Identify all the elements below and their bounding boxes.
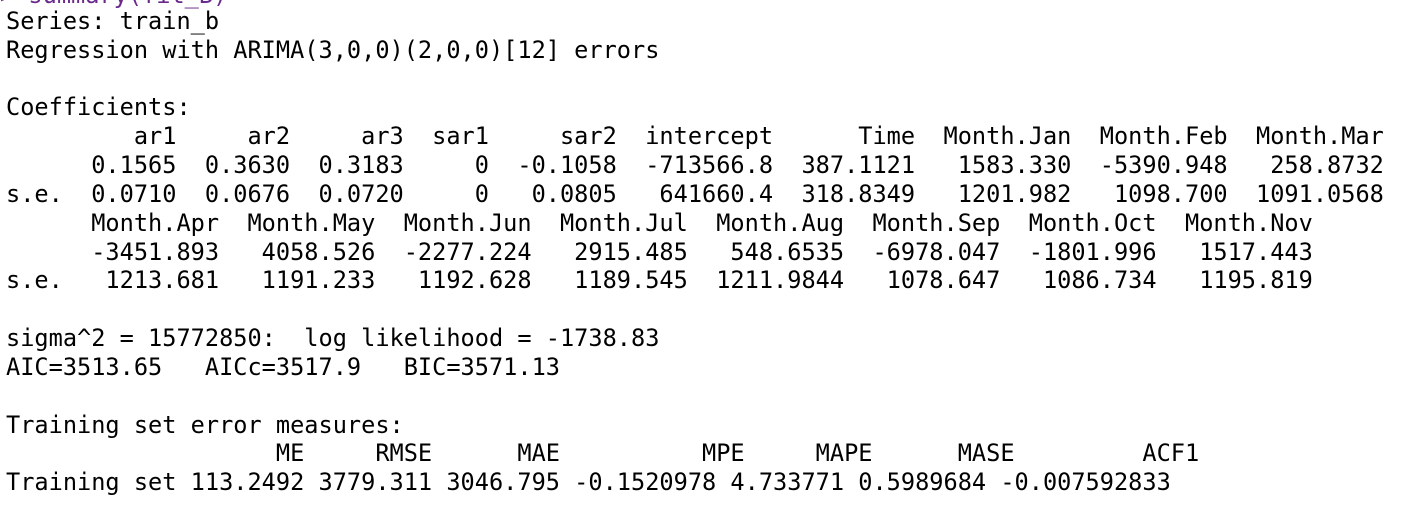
coef-header-row-2: Month.Apr Month.May Month.Jun Month.Jul … xyxy=(6,208,1313,237)
coef-values-row-1: 0.1565 0.3630 0.3183 0 -0.1058 -713566.8… xyxy=(6,151,1384,180)
coefficients-heading: Coefficients: xyxy=(6,93,191,122)
model-description-line: Regression with ARIMA(3,0,0)(2,0,0)[12] … xyxy=(6,35,674,64)
sigma-loglik-line: sigma^2 = 15772850: log likelihood = -17… xyxy=(6,324,660,353)
coef-se-row-1: s.e. 0.0710 0.0676 0.0720 0 0.0805 64166… xyxy=(6,179,1384,208)
error-measures-heading: Training set error measures: xyxy=(6,410,404,439)
r-console-output: > summary(fit_B) Series: train_b Regress… xyxy=(0,0,1420,506)
arima-summary-text: Series: train_b Regression with ARIMA(3,… xyxy=(6,7,1384,497)
information-criteria-line: AIC=3513.65 AICc=3517.9 BIC=3571.13 xyxy=(6,352,560,381)
coef-values-row-2: -3451.893 4058.526 -2277.224 2915.485 54… xyxy=(6,237,1313,266)
error-measures-values-row: Training set 113.2492 3779.311 3046.795 … xyxy=(6,468,1171,497)
coef-se-row-2: s.e. 1213.681 1191.233 1192.628 1189.545… xyxy=(6,266,1313,295)
error-measures-header-row: ME RMSE MAE MPE MAPE MASE ACF1 xyxy=(6,439,1200,468)
series-line: Series: train_b xyxy=(6,7,234,35)
coef-header-row-1: ar1 ar2 ar3 sar1 sar2 intercept Time Mon… xyxy=(6,122,1384,151)
